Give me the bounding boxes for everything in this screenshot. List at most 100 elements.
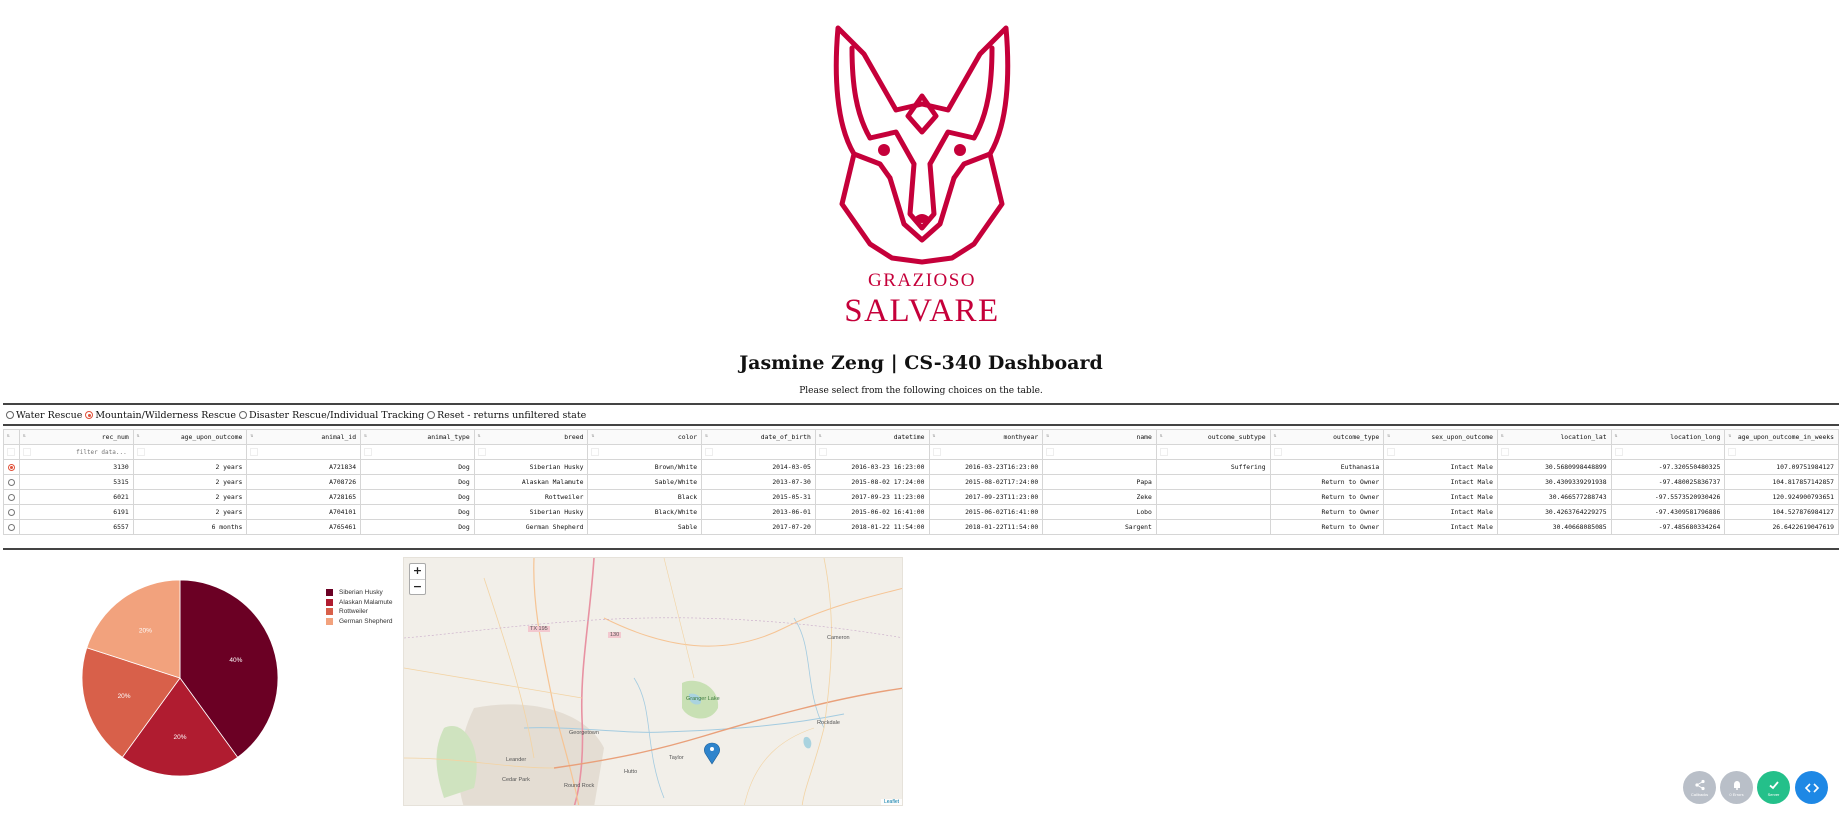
table-cell[interactable]: A708726: [246, 474, 362, 490]
table-cell[interactable]: 6557: [19, 519, 134, 535]
table-cell[interactable]: [1155, 504, 1271, 520]
filter-case-toggle[interactable]: [364, 448, 373, 456]
column-header[interactable]: ⇅ animal_id: [246, 429, 362, 445]
column-filter-input[interactable]: [1273, 447, 1380, 457]
table-cell[interactable]: [1155, 489, 1271, 505]
filter-case-toggle[interactable]: [23, 448, 31, 456]
table-cell[interactable]: Intact Male: [1383, 489, 1498, 505]
callbacks-button[interactable]: Callbacks: [1683, 771, 1716, 804]
column-filter-input[interactable]: [591, 447, 698, 457]
column-header[interactable]: ⇅ name: [1042, 429, 1157, 445]
table-cell[interactable]: 30.4309339291938: [1496, 474, 1612, 490]
sort-icon[interactable]: ⇅: [1387, 433, 1390, 439]
row-select-cell[interactable]: [3, 519, 20, 535]
table-cell[interactable]: A728165: [246, 489, 362, 505]
radio-water-rescue[interactable]: Water Rescue: [6, 410, 82, 421]
column-header[interactable]: ⇅ age_upon_outcome_in_weeks: [1724, 429, 1839, 445]
table-cell[interactable]: 2014-03-05: [701, 459, 816, 475]
radio-button-icon[interactable]: [6, 411, 14, 419]
table-cell[interactable]: Dog: [360, 519, 475, 535]
table-cell[interactable]: 30.40668085085: [1496, 519, 1612, 535]
errors-button[interactable]: 0 Errors: [1720, 771, 1753, 804]
column-filter-input[interactable]: [932, 447, 1039, 457]
table-row[interactable]: 6021 2 years A728165 Dog Rottweiler Black 2015…: [3, 489, 1839, 505]
table-cell[interactable]: [1155, 474, 1271, 490]
column-filter-input[interactable]: [1387, 447, 1493, 457]
column-filter-input[interactable]: [364, 447, 470, 457]
table-cell[interactable]: 3130: [19, 459, 134, 475]
table-cell[interactable]: German Shepherd: [473, 519, 589, 535]
column-header[interactable]: ⇅ monthyear: [928, 429, 1044, 445]
table-row[interactable]: 6557 6 months A765461 Dog German Shepherd Sab…: [3, 519, 1839, 535]
column-filter-input[interactable]: [23, 447, 129, 457]
table-cell[interactable]: 2018-01-22 11:54:00: [814, 519, 930, 535]
sort-icon[interactable]: ⇅: [591, 433, 594, 439]
sort-icon[interactable]: ⇅: [1274, 433, 1277, 439]
column-header[interactable]: ⇅ location_lat: [1496, 429, 1612, 445]
table-cell[interactable]: Intact Male: [1383, 474, 1498, 490]
server-status-button[interactable]: Server: [1757, 771, 1790, 804]
table-cell[interactable]: 2017-09-23T11:23:00: [928, 489, 1044, 505]
table-cell[interactable]: Lobo: [1042, 504, 1157, 520]
map-attribution-link[interactable]: Leaflet: [880, 799, 902, 805]
table-cell[interactable]: 2015-05-31: [701, 489, 816, 505]
table-cell[interactable]: 5315: [19, 474, 134, 490]
table-cell[interactable]: 107.09751984127: [1724, 459, 1839, 475]
sort-icon[interactable]: ⇅: [137, 433, 140, 439]
table-cell[interactable]: Dog: [360, 459, 475, 475]
table-cell[interactable]: 2015-08-02 17:24:00: [814, 474, 930, 490]
table-row[interactable]: 5315 2 years A708726 Dog Alaskan Malamute Sab…: [3, 474, 1839, 490]
column-header[interactable]: ⇅ animal_type: [360, 429, 475, 445]
legend-item[interactable]: Rottweiler: [326, 607, 392, 617]
table-cell[interactable]: 2017-09-23 11:23:00: [814, 489, 930, 505]
table-cell[interactable]: A721834: [246, 459, 362, 475]
row-radio-icon[interactable]: [8, 493, 15, 501]
column-filter-input[interactable]: [818, 447, 925, 457]
table-cell[interactable]: Black/White: [587, 504, 703, 520]
row-select-cell[interactable]: [3, 459, 20, 475]
legend-item[interactable]: German Shepherd: [326, 617, 392, 627]
table-cell[interactable]: 2016-03-23 16:23:00: [814, 459, 930, 475]
filter-case-toggle[interactable]: [591, 448, 600, 456]
table-cell[interactable]: Black: [587, 489, 703, 505]
radio-reset[interactable]: Reset - returns unfiltered state: [427, 410, 586, 421]
table-cell[interactable]: Intact Male: [1383, 459, 1498, 475]
sort-icon[interactable]: ⇅: [478, 433, 481, 439]
row-radio-selected-icon[interactable]: [8, 463, 15, 471]
table-cell[interactable]: 2 years: [132, 474, 248, 490]
table-cell[interactable]: Return to Owner: [1269, 474, 1385, 490]
table-cell[interactable]: -97.4309581796886: [1610, 504, 1726, 520]
radio-button-selected-icon[interactable]: [85, 411, 94, 419]
table-cell[interactable]: 2013-07-30: [701, 474, 816, 490]
table-cell[interactable]: -97.485680334264: [1610, 519, 1726, 535]
sort-icon[interactable]: ⇅: [1615, 433, 1618, 439]
column-header[interactable]: ⇅ datetime: [814, 429, 930, 445]
table-cell[interactable]: 30.5680998448899: [1496, 459, 1612, 475]
row-radio-icon[interactable]: [8, 478, 15, 486]
map-marker-icon[interactable]: [704, 742, 720, 765]
table-cell[interactable]: Dog: [360, 489, 475, 505]
radio-button-icon[interactable]: [427, 411, 436, 419]
table-cell[interactable]: Alaskan Malamute: [473, 474, 589, 490]
filter-case-toggle[interactable]: [250, 448, 259, 456]
location-map[interactable]: Georgetown Round Rock Cedar Park Leander…: [403, 557, 903, 806]
table-cell[interactable]: 30.4263764229275: [1496, 504, 1612, 520]
filter-case-toggle[interactable]: [1614, 448, 1623, 456]
row-radio-icon[interactable]: [8, 523, 15, 531]
filter-case-toggle[interactable]: [1728, 448, 1737, 456]
table-cell[interactable]: 6021: [19, 489, 134, 505]
table-cell[interactable]: -97.5573520930426: [1610, 489, 1726, 505]
row-select-cell[interactable]: [3, 489, 20, 505]
column-header[interactable]: ⇅ outcome_subtype: [1155, 429, 1271, 445]
table-cell[interactable]: 2 years: [132, 459, 248, 475]
table-cell[interactable]: -97.480025836737: [1610, 474, 1726, 490]
column-filter-input[interactable]: [477, 447, 584, 457]
table-cell[interactable]: -97.320550480325: [1610, 459, 1726, 475]
filter-case-toggle[interactable]: [7, 448, 15, 456]
column-filter-input[interactable]: [250, 447, 357, 457]
radio-button-icon[interactable]: [239, 411, 247, 419]
column-header[interactable]: ⇅ rec_num: [19, 429, 134, 445]
row-radio-icon[interactable]: [8, 508, 15, 516]
table-cell[interactable]: 2016-03-23T16:23:00: [928, 459, 1044, 475]
column-header[interactable]: ⇅ sex_upon_outcome: [1383, 429, 1498, 445]
